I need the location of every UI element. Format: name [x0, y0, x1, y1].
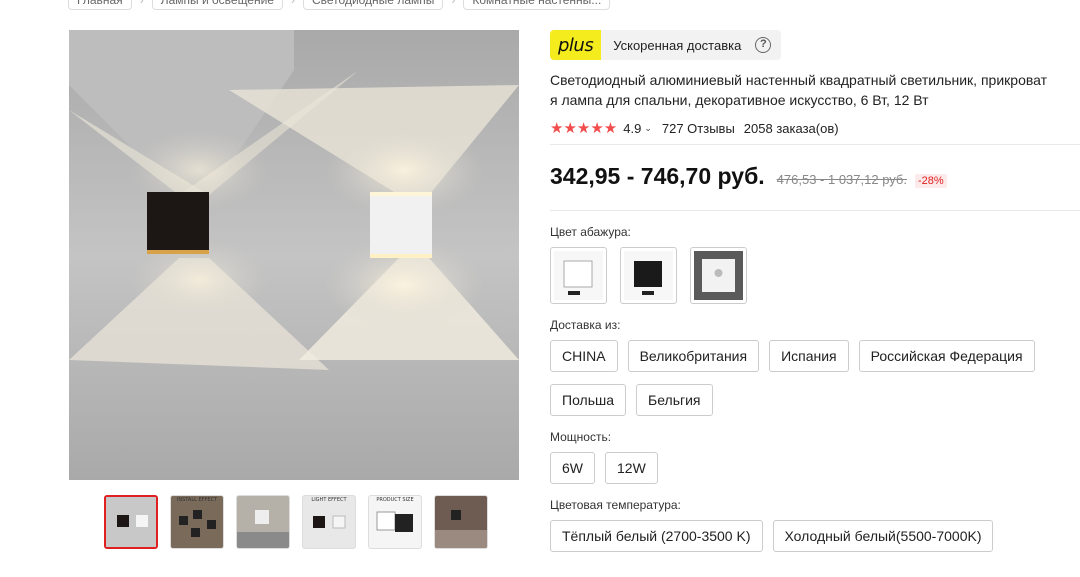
product-info: plus Ускоренная доставка ? Светодиодный …: [550, 30, 1080, 552]
shade-color-label: Цвет абажура:: [550, 225, 631, 239]
reviews-link[interactable]: 727 Отзывы: [662, 121, 735, 136]
breadcrumb-separator: ›: [451, 0, 456, 7]
breadcrumb-wall-lamps[interactable]: Комнатные настенны...: [463, 0, 611, 10]
price: 342,95 - 746,70 руб.: [550, 163, 765, 189]
product-title-line2: я лампа для спальни, декоративное искусс…: [550, 92, 929, 108]
breadcrumb-lamps[interactable]: Лампы и освещение: [151, 0, 283, 10]
thumbnail-6[interactable]: [434, 495, 488, 549]
ship-from-belgium[interactable]: Бельгия: [636, 384, 713, 416]
thumbnail-label: INSTALL EFFECT: [176, 497, 218, 503]
power-option-12w[interactable]: 12W: [605, 452, 658, 484]
chevron-down-icon[interactable]: ⌄: [644, 123, 652, 134]
shade-color-options: [550, 247, 1080, 304]
shade-option-white[interactable]: [550, 247, 607, 304]
ship-from-russia[interactable]: Российская Федерация: [858, 340, 1035, 372]
color-temp-cold[interactable]: Холодный белый(5500-7000K): [772, 520, 994, 552]
rating-row: ★★★★★ 4.9 ⌄ 727 Отзывы 2058 заказа(ов): [550, 118, 1080, 138]
orders-count: 2058 заказа(ов): [743, 120, 839, 136]
plus-delivery-banner[interactable]: plus Ускоренная доставка ?: [550, 30, 782, 60]
power-option-6w[interactable]: 6W: [550, 452, 595, 484]
thumbnail-4[interactable]: LIGHT EFFECT: [302, 495, 356, 549]
price-row: 342,95 - 746,70 руб. 476,53 - 1 037,12 р…: [550, 163, 1080, 190]
plus-logo: plus: [550, 30, 602, 60]
rating-value[interactable]: 4.9: [623, 121, 641, 136]
divider: [550, 144, 1080, 145]
breadcrumb-separator: ›: [139, 0, 144, 7]
breadcrumb: Главная › Лампы и освещение › Светодиодн…: [68, 0, 611, 10]
shade-option-black[interactable]: [620, 247, 677, 304]
thumbnail-label: LIGHT EFFECT: [311, 497, 347, 503]
breadcrumb-separator: ›: [290, 0, 295, 7]
ship-from-poland[interactable]: Польша: [550, 384, 627, 416]
thumbnail-strip: INSTALL EFFECT LIGHT EFFECT PRODUCT SIZE: [104, 495, 488, 549]
ship-from-options: CHINA Великобритания Испания Российская …: [550, 340, 1080, 416]
help-icon[interactable]: ?: [755, 37, 772, 53]
thumbnail-label: PRODUCT SIZE: [376, 497, 414, 503]
color-temp-warm[interactable]: Тёплый белый (2700-3500 K): [550, 520, 763, 552]
color-temp-label: Цветовая температура:: [550, 498, 681, 512]
divider: [550, 210, 1080, 211]
shade-option-dimming[interactable]: [690, 247, 747, 304]
power-label: Мощность:: [550, 430, 612, 444]
ship-from-china[interactable]: CHINA: [550, 340, 618, 372]
star-rating-icon: ★★★★★: [550, 120, 618, 137]
main-product-image[interactable]: [69, 30, 519, 480]
old-price: 476,53 - 1 037,12 руб.: [776, 172, 907, 187]
thumbnail-3[interactable]: [236, 495, 290, 549]
thumbnail-1[interactable]: [104, 495, 158, 549]
ship-from-uk[interactable]: Великобритания: [627, 340, 760, 372]
ship-from-label: Доставка из:: [550, 318, 621, 332]
power-options: 6W 12W: [550, 452, 1080, 484]
breadcrumb-led-lamps[interactable]: Светодиодные лампы: [302, 0, 444, 10]
color-temp-options: Тёплый белый (2700-3500 K) Холодный белы…: [550, 520, 1080, 552]
discount-badge: -28%: [915, 174, 947, 188]
thumbnail-5[interactable]: PRODUCT SIZE: [368, 495, 422, 549]
ship-from-spain[interactable]: Испания: [769, 340, 849, 372]
plus-delivery-text: Ускоренная доставка: [613, 37, 742, 53]
breadcrumb-home[interactable]: Главная: [68, 0, 132, 10]
thumbnail-2[interactable]: INSTALL EFFECT: [170, 495, 224, 549]
product-title: Светодиодный алюминиевый настенный квадр…: [550, 72, 1048, 88]
